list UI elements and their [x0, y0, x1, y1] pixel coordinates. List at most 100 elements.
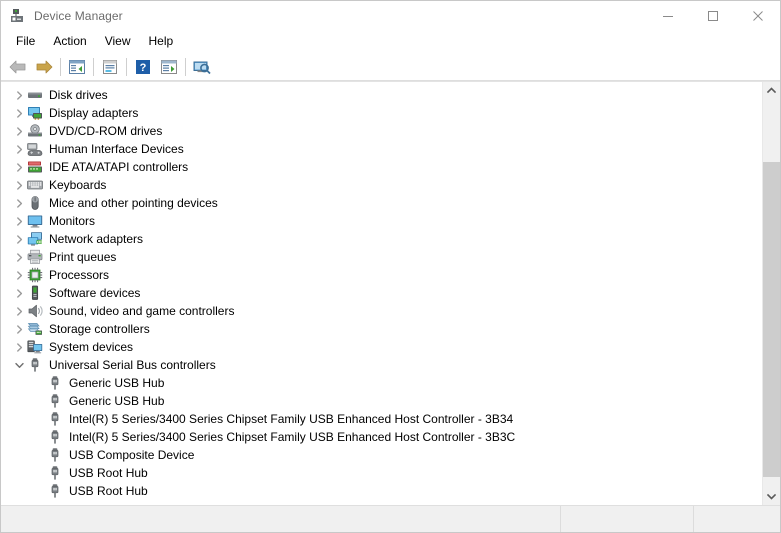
menu-item-file[interactable]: File: [7, 32, 44, 52]
tree-expander[interactable]: [11, 104, 27, 122]
tree-item[interactable]: Monitors: [1, 212, 762, 230]
back-button[interactable]: [5, 56, 31, 78]
tree-expander[interactable]: [11, 86, 27, 104]
tree-expander[interactable]: [11, 158, 27, 176]
maximize-button[interactable]: [690, 1, 735, 31]
show-hide-console-tree-button[interactable]: [64, 56, 90, 78]
tree-item-label: Human Interface Devices: [49, 142, 184, 156]
update-driver-button[interactable]: [156, 56, 182, 78]
scan-for-hardware-changes-button[interactable]: [189, 56, 215, 78]
chevron-right-icon: [16, 270, 22, 280]
tree-expander[interactable]: [11, 338, 27, 356]
tree-item[interactable]: Print queues: [1, 248, 762, 266]
chevron-right-icon: [16, 234, 22, 244]
scroll-down-button[interactable]: [763, 488, 780, 505]
tree-item[interactable]: System devices: [1, 338, 762, 356]
tree-item[interactable]: Generic USB Hub: [1, 392, 762, 410]
svg-text:?: ?: [140, 62, 147, 74]
tree-item[interactable]: Generic USB Hub: [1, 374, 762, 392]
tree-item[interactable]: Mice and other pointing devices: [1, 194, 762, 212]
tree-item[interactable]: Storage controllers: [1, 320, 762, 338]
toolbar: ?: [1, 54, 780, 81]
tree-expander[interactable]: [11, 194, 27, 212]
tree-expander[interactable]: [11, 284, 27, 302]
tree-item[interactable]: USB Root Hub: [1, 464, 762, 482]
tree-item-label: Sound, video and game controllers: [49, 304, 235, 318]
tree-expander-placeholder: [31, 374, 47, 392]
chevron-right-icon: [16, 306, 22, 316]
menu-item-view[interactable]: View: [96, 32, 140, 52]
forward-button[interactable]: [31, 56, 57, 78]
usb-icon: [47, 411, 63, 427]
tree-item[interactable]: Universal Serial Bus controllers: [1, 356, 762, 374]
tree-expander[interactable]: [11, 266, 27, 284]
tree-expander[interactable]: [11, 122, 27, 140]
scroll-up-button[interactable]: [763, 82, 780, 99]
tree-expander[interactable]: [11, 356, 27, 374]
tree-expander[interactable]: [11, 140, 27, 158]
tree-item[interactable]: Software devices: [1, 284, 762, 302]
printer-icon: [27, 249, 43, 265]
chevron-right-icon: [16, 216, 22, 226]
tree-item[interactable]: Processors: [1, 266, 762, 284]
chevron-right-icon: [16, 324, 22, 334]
close-button[interactable]: [735, 1, 780, 31]
tree-item[interactable]: Sound, video and game controllers: [1, 302, 762, 320]
chevron-right-icon: [16, 288, 22, 298]
tree-item[interactable]: Display adapters: [1, 104, 762, 122]
tree-item[interactable]: Disk drives: [1, 86, 762, 104]
status-pane-1: [1, 506, 561, 532]
software-device-icon: [27, 285, 43, 301]
usb-icon: [47, 393, 63, 409]
usb-icon: [27, 357, 43, 373]
tree-expander[interactable]: [11, 302, 27, 320]
title-bar[interactable]: Device Manager: [1, 1, 780, 31]
scan-hardware-icon: [193, 61, 211, 75]
tree-item[interactable]: Network adapters: [1, 230, 762, 248]
properties-button[interactable]: [97, 56, 123, 78]
disk-drive-icon: [27, 87, 43, 103]
tree-item[interactable]: Intel(R) 5 Series/3400 Series Chipset Fa…: [1, 410, 762, 428]
tree-item[interactable]: USB Root Hub: [1, 482, 762, 500]
toolbar-separator-2: [93, 58, 94, 76]
tree-item-label: Print queues: [49, 250, 117, 264]
tree-item[interactable]: IDE ATA/ATAPI controllers: [1, 158, 762, 176]
tree-item[interactable]: USB Composite Device: [1, 446, 762, 464]
tree-item[interactable]: Human Interface Devices: [1, 140, 762, 158]
mouse-icon: [27, 195, 43, 211]
minimize-button[interactable]: [645, 1, 690, 31]
help-button[interactable]: ?: [130, 56, 156, 78]
scrollbar-thumb[interactable]: [763, 162, 780, 477]
tree-item[interactable]: DVD/CD-ROM drives: [1, 122, 762, 140]
vertical-scrollbar[interactable]: [762, 82, 780, 505]
chevron-right-icon: [16, 252, 22, 262]
menu-item-action[interactable]: Action: [44, 32, 95, 52]
tree-expander-placeholder: [31, 428, 47, 446]
tree-item-label: USB Composite Device: [69, 448, 195, 462]
tree-item[interactable]: Intel(R) 5 Series/3400 Series Chipset Fa…: [1, 428, 762, 446]
usb-icon: [47, 483, 63, 499]
tree-expander[interactable]: [11, 230, 27, 248]
help-question-icon: ?: [136, 60, 150, 74]
tree-item-label: Intel(R) 5 Series/3400 Series Chipset Fa…: [69, 430, 516, 444]
tree-item-label: Generic USB Hub: [69, 394, 165, 408]
tree-expander[interactable]: [11, 176, 27, 194]
usb-icon: [47, 429, 63, 445]
tree-expander[interactable]: [11, 320, 27, 338]
chevron-up-icon: [767, 87, 776, 94]
device-tree[interactable]: Disk drives Display adapters DVD/CD-ROM dr…: [1, 82, 762, 505]
tree-item[interactable]: Keyboards: [1, 176, 762, 194]
console-tree-icon: [69, 60, 85, 74]
tree-expander[interactable]: [11, 212, 27, 230]
chevron-right-icon: [16, 90, 22, 100]
menu-item-help[interactable]: Help: [140, 32, 183, 52]
tree-expander[interactable]: [11, 248, 27, 266]
network-adapter-icon: [27, 231, 43, 247]
